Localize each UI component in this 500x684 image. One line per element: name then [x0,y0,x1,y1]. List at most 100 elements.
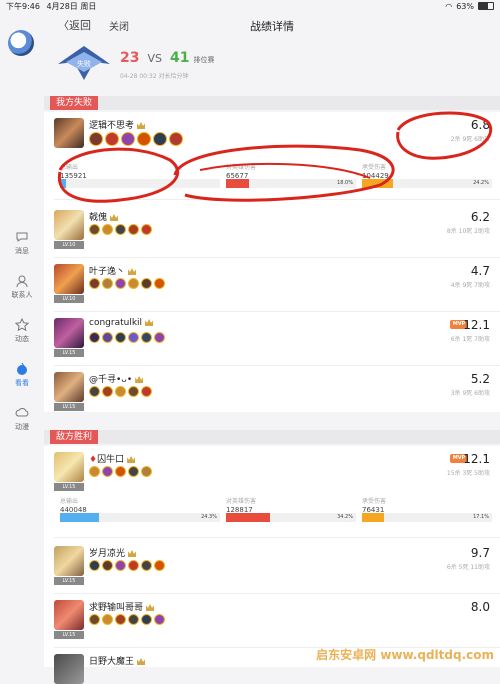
hero-avatar [54,546,84,576]
equipment-list [89,614,165,625]
chat-icon [16,232,28,242]
equipment-icon [89,614,100,625]
equipment-icon [141,386,152,397]
equipment-icon [89,560,100,571]
equipment-icon [154,560,165,571]
sidebar-item-feed[interactable]: 动态 [0,318,44,344]
stat-bar-fill [60,179,67,188]
equipment-icon [153,132,167,146]
equipment-icon [89,332,100,343]
stat-total-output: 总输出 135921 [60,164,87,180]
player-kda: 6杀 5死 11助攻 [446,564,490,571]
player-row[interactable]: LV.10 戟傀 6.2 8杀 10死 2助攻 [44,204,500,258]
equipment-icon [89,278,100,289]
player-level: LV.15 [54,577,84,585]
equipment-icon [154,614,165,625]
diamond-icon: ♦ [89,455,98,465]
equipment-icon [115,332,126,343]
crown-icon [110,214,119,221]
player-name: 戟傀 [89,210,119,223]
player-kda: 15杀 3死 5助攻 [446,470,490,477]
player-row[interactable]: LV.10 叶子逸丶 4.7 4杀 9死 7助攻 [44,258,500,312]
stat-hero-damage: 对英雄伤害 65677 [226,164,257,180]
enemy-score: 41 [170,50,190,66]
equipment-icon [102,332,113,343]
crown-icon [128,550,137,557]
sidebar-item-label: 动态 [15,335,29,343]
sidebar-item-messages[interactable]: 消息 [0,230,44,256]
emblem-label: 失败 [77,59,91,68]
vs-label: VS [147,52,162,65]
player-name: @千寻•ᴗ• [89,372,144,385]
sidebar-item-contacts[interactable]: 联系人 [0,274,44,300]
sidebar-item-watch[interactable]: 看看 [0,362,44,388]
contacts-icon [16,275,28,288]
player-rating: 5.2 [470,372,490,386]
equipment-icon [102,386,113,397]
crown-icon [128,268,137,275]
equipment-icon [128,278,139,289]
stat-bar: 18.0% [226,179,356,188]
own-score: 23 [120,50,140,66]
player-kda: 3杀 9死 6助攻 [450,390,490,397]
player-row[interactable]: LV.15 @千寻•ᴗ• 5.2 3杀 9死 6助攻 [44,366,500,412]
player-row[interactable]: 逻辑不思考 6.8 2杀 9死 6助攻 总输出 135921 对英雄伤害 65677… [44,112,500,200]
player-kda: 4杀 9死 7助攻 [450,282,490,289]
player-rating: 6.2 [470,210,490,224]
sidebar-item-label: 消息 [15,247,29,255]
equipment-icon [141,614,152,625]
equipment-icon [128,332,139,343]
wifi-icon: ◠ [445,1,453,11]
equipment-list [89,278,165,289]
player-level: LV.15 [54,349,84,357]
player-name: 逻辑不思考 [89,118,146,131]
player-row[interactable]: LV.15 求野输叫哥哥 8.0 [44,594,500,648]
stat-bar-pct: 24.3% [201,514,217,520]
stat-damage-taken: 承受伤害 104429 [362,164,389,180]
game-mode: 排位赛 [193,56,215,64]
equipment-icon [102,560,113,571]
sidebar-item-anime[interactable]: 动漫 [0,406,44,432]
equipment-list [89,386,152,397]
player-rating: 6.8 [470,118,490,132]
row-divider [54,537,500,538]
player-name: 求野输叫哥哥 [89,600,155,613]
hero-avatar [54,372,84,402]
enemy-team-label: 敌方胜利 [50,430,99,444]
watch-icon [17,362,27,375]
status-bar: 下午9:46 4月28日 周日 ◠ 63% [0,0,500,12]
player-level: LV.15 [54,631,84,639]
player-rating: 12.1 [463,452,490,466]
equipment-icon [141,332,152,343]
stat-bar-pct: 17.1% [473,514,489,520]
player-name: 日野大魔王 [89,654,146,667]
user-avatar[interactable] [8,30,34,56]
equipment-icon [128,224,139,235]
stat-bar: 17.1% [362,513,492,522]
hero-avatar [54,600,84,630]
equipment-icon [141,466,152,477]
header: 〈返回 关闭 战绩详情 [44,12,500,40]
stat-hero-damage: 对英雄伤害 128817 [226,498,257,514]
status-right: ◠ 63% [445,2,494,11]
stat-bar-pct: 24.2% [473,180,489,186]
stat-bar-fill [362,179,394,188]
hero-avatar [54,264,84,294]
stat-damage-taken: 承受伤害 76431 [362,498,387,514]
equipment-icon [141,224,152,235]
own-team-header: 我方失败 [44,96,500,110]
stat-bar [60,179,220,188]
player-row[interactable]: LV.15 岁月凉光 9.7 6杀 5死 11助攻 [44,540,500,594]
hero-avatar [54,318,84,348]
sidebar-item-label: 看看 [15,379,29,387]
equipment-list [89,332,165,343]
stat-bar-fill [226,179,250,188]
stat-bar-fill [60,513,99,522]
player-row[interactable]: LV.15 congratulkil MVP 12.1 6杀 1死 7助攻 [44,312,500,366]
player-name: 叶子逸丶 [89,264,137,277]
defeat-emblem: 失败 [58,46,110,80]
status-time: 下午9:46 [6,1,40,11]
player-row[interactable]: LV.15 ♦囚牛口 MVP 12.1 15杀 3死 5助攻 总输出 440048… [44,446,500,538]
equipment-list [89,224,152,235]
stat-bar: 34.2% [226,513,356,522]
